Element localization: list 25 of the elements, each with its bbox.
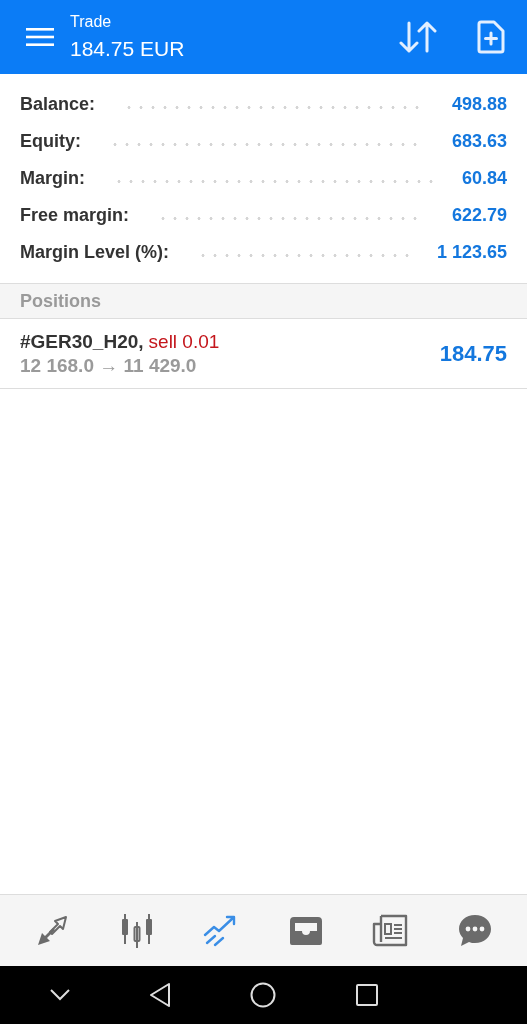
position-symbol: #GER30_H20, <box>20 329 144 354</box>
summary-label: Equity: <box>20 130 81 153</box>
summary-label: Margin Level (%): <box>20 241 170 264</box>
position-profit: 184.75 <box>439 340 507 368</box>
home-icon[interactable] <box>250 982 277 1008</box>
back-icon[interactable] <box>149 982 172 1008</box>
recents-icon[interactable] <box>355 984 378 1006</box>
chevron-down-icon[interactable] <box>49 989 70 1001</box>
summary-label: Margin: <box>20 167 85 190</box>
new-order-icon[interactable] <box>477 20 505 54</box>
summary-value: 683.63 <box>451 130 507 153</box>
screen-title: Trade <box>70 11 113 32</box>
account-profit: 184.75 EUR <box>70 35 185 62</box>
price-range: 12 168.0 → 11 429.0 <box>20 353 198 378</box>
section-title: Positions <box>20 289 101 313</box>
menu-icon[interactable] <box>26 27 54 47</box>
summary-value: 60.84 <box>461 167 507 190</box>
order-type: sell 0.01 <box>148 329 220 354</box>
summary-label: Free margin: <box>20 204 130 227</box>
summary-value: 498.88 <box>451 93 507 116</box>
summary-label: Balance: <box>20 93 96 116</box>
position-row[interactable]: #GER30_H20, sell 0.01 12 168.0 → 11 429.0 184.75 <box>0 319 527 389</box>
summary-value: 1 123.65 <box>436 241 507 264</box>
sort-icon[interactable] <box>399 20 437 54</box>
summary-value: 622.79 <box>451 204 507 227</box>
